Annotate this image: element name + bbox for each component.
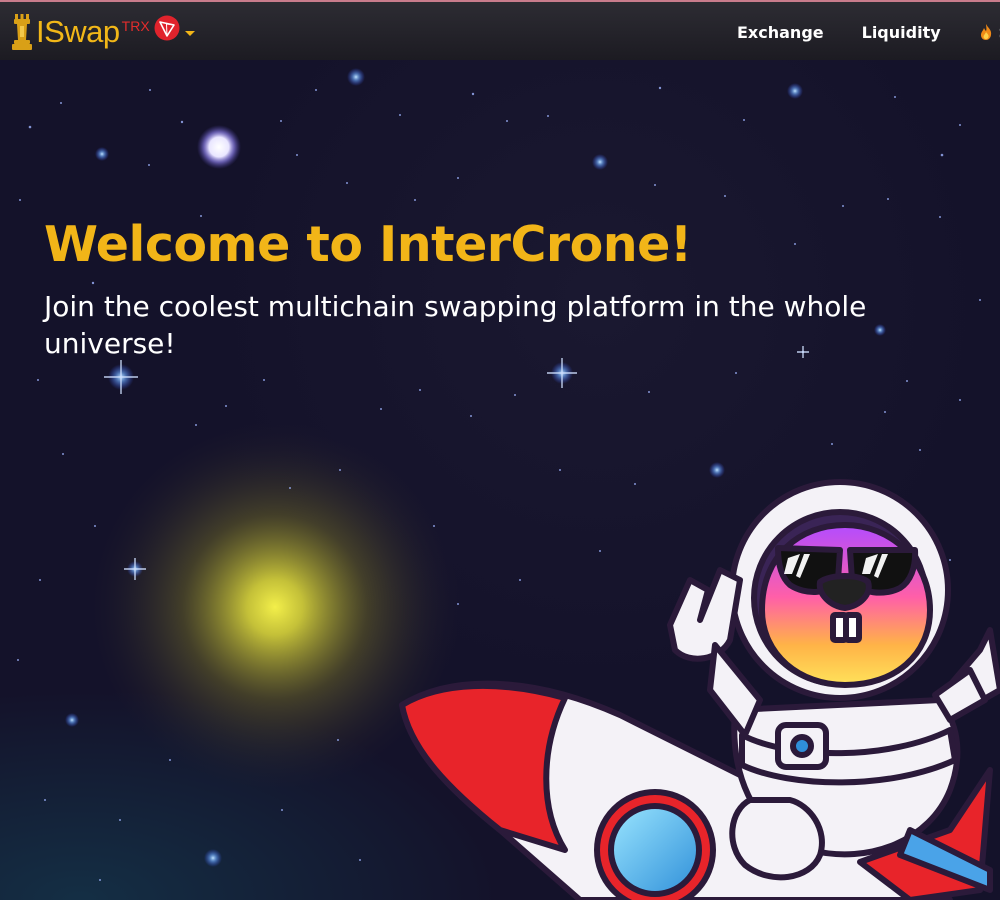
logo-icon [12,14,32,50]
moon [197,125,241,169]
logo[interactable]: ISwap TRX [10,10,196,54]
chevron-down-icon[interactable] [184,30,196,38]
astronaut-beaver-rocket-illustration [399,479,1000,900]
fire-icon [980,24,991,40]
logo-text: ISwap [36,14,120,49]
page: ISwap TRX Exchange Liquidity St [0,0,1000,900]
nav-staking[interactable]: St [979,23,1000,42]
top-navigation-bar: ISwap TRX Exchange Liquidity St [0,0,1000,60]
nav-liquidity[interactable]: Liquidity [862,23,941,42]
nav-exchange[interactable]: Exchange [737,23,824,42]
network-label: TRX [121,18,150,34]
tron-network-icon[interactable] [154,15,180,41]
main-nav: Exchange Liquidity St [737,2,1000,62]
hero-subtitle: Join the coolest multichain swapping pla… [44,290,867,360]
hero-title: Welcome to InterCrone! [44,216,692,273]
